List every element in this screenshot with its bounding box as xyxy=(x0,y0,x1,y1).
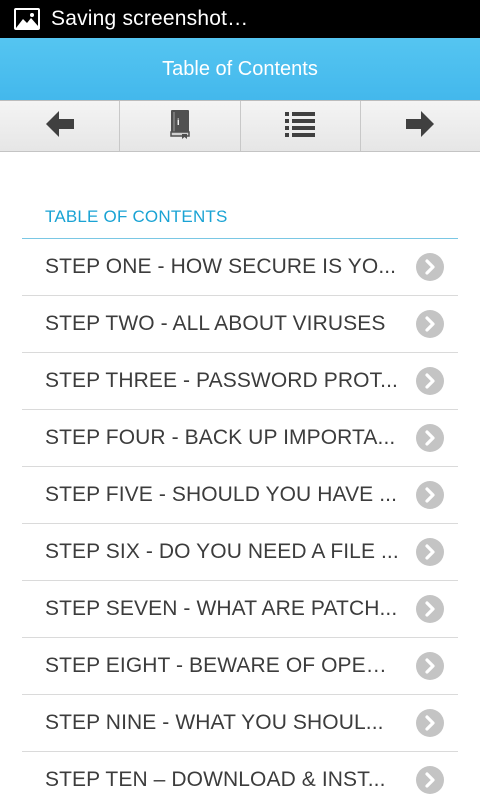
list-icon xyxy=(284,110,316,143)
toolbar: i xyxy=(0,100,480,152)
chevron-right-icon xyxy=(416,538,444,566)
chevron-right-icon xyxy=(416,424,444,452)
status-bar: Saving screenshot… xyxy=(0,0,480,38)
toc-item-6[interactable]: STEP SIX - DO YOU NEED A FILE ... xyxy=(22,524,458,581)
toc-item-9[interactable]: STEP NINE - WHAT YOU SHOUL... xyxy=(22,695,458,752)
toc-item-label: STEP TEN – DOWNLOAD & INST... xyxy=(45,768,386,791)
chevron-right-icon xyxy=(416,652,444,680)
action-bar: Table of Contents xyxy=(0,38,480,100)
chevron-right-icon xyxy=(416,481,444,509)
chevron-right-icon xyxy=(416,595,444,623)
section-header: TABLE OF CONTENTS xyxy=(22,207,458,239)
toc-item-3[interactable]: STEP THREE - PASSWORD PROT... xyxy=(22,353,458,410)
svg-text:i: i xyxy=(177,117,180,127)
toc-item-label: STEP EIGHT - BEWARE OF OPENI... xyxy=(45,654,405,677)
chevron-right-icon xyxy=(416,709,444,737)
content: TABLE OF CONTENTS STEP ONE - HOW SECURE … xyxy=(22,152,458,800)
chevron-right-icon xyxy=(416,253,444,281)
toc-item-5[interactable]: STEP FIVE - SHOULD YOU HAVE ... xyxy=(22,467,458,524)
chevron-right-icon xyxy=(416,310,444,338)
toc-item-label: STEP NINE - WHAT YOU SHOUL... xyxy=(45,711,384,734)
toc-item-label: STEP FOUR - BACK UP IMPORTA... xyxy=(45,426,396,449)
book-icon: i xyxy=(168,108,192,145)
toc-item-10[interactable]: STEP TEN – DOWNLOAD & INST... xyxy=(22,752,458,800)
toc-item-label: STEP SEVEN - WHAT ARE PATCH... xyxy=(45,597,398,620)
toc-item-label: STEP FIVE - SHOULD YOU HAVE ... xyxy=(45,483,398,506)
arrow-right-icon xyxy=(403,109,437,144)
back-button[interactable] xyxy=(0,101,121,151)
toc-item-label: STEP ONE - HOW SECURE IS YO... xyxy=(45,255,397,278)
toc-item-2[interactable]: STEP TWO - ALL ABOUT VIRUSES xyxy=(22,296,458,353)
toc-list: STEP ONE - HOW SECURE IS YO... STEP TWO … xyxy=(22,239,458,800)
book-button[interactable]: i xyxy=(120,101,241,151)
toc-item-7[interactable]: STEP SEVEN - WHAT ARE PATCH... xyxy=(22,581,458,638)
toc-item-label: STEP TWO - ALL ABOUT VIRUSES xyxy=(45,312,386,335)
arrow-left-icon xyxy=(43,109,77,144)
toc-item-8[interactable]: STEP EIGHT - BEWARE OF OPENI... xyxy=(22,638,458,695)
toc-item-label: STEP THREE - PASSWORD PROT... xyxy=(45,369,398,392)
page-title: Table of Contents xyxy=(162,57,318,80)
list-button[interactable] xyxy=(241,101,361,151)
toc-item-4[interactable]: STEP FOUR - BACK UP IMPORTA... xyxy=(22,410,458,467)
status-text: Saving screenshot… xyxy=(51,7,249,30)
forward-button[interactable] xyxy=(361,101,480,151)
chevron-right-icon xyxy=(416,766,444,794)
toc-item-label: STEP SIX - DO YOU NEED A FILE ... xyxy=(45,540,399,563)
toc-item-1[interactable]: STEP ONE - HOW SECURE IS YO... xyxy=(22,239,458,296)
screen: Saving screenshot… Table of Contents i T… xyxy=(0,0,480,800)
chevron-right-icon xyxy=(416,367,444,395)
image-icon xyxy=(14,8,40,30)
